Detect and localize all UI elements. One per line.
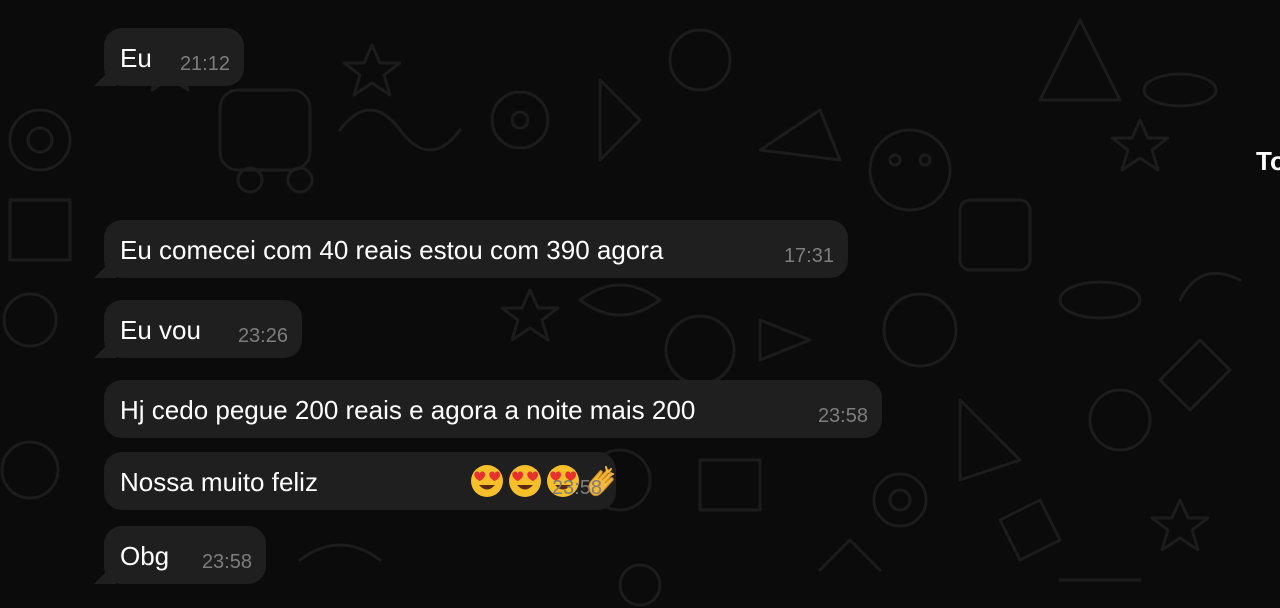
message-time: 23:58 <box>201 551 252 573</box>
message-text: Eu <box>120 43 152 73</box>
message-bubble[interactable]: Hj cedo pegue 200 reais e agora a noite … <box>104 380 882 438</box>
edge-cutoff-text: To <box>1256 146 1280 176</box>
message-text: Obg <box>120 541 170 571</box>
message-time: 23:26 <box>237 325 288 347</box>
chat-view: Eu 21:12 Eu comecei com 40 reais estou c… <box>0 0 1280 608</box>
message-time: 17:31 <box>783 245 834 267</box>
message-bubble[interactable]: Eu 21:12 <box>104 28 244 86</box>
message-bubble[interactable]: Eu vou 23:26 <box>104 300 302 358</box>
heart-eyes-emoji-icon <box>509 465 541 497</box>
message-time: 23:58 <box>817 405 868 427</box>
message-text: Nossa muito feliz <box>120 467 318 497</box>
heart-eyes-emoji-icon <box>471 465 503 497</box>
message-time: 23:58 <box>551 477 602 499</box>
message-text: Eu comecei com 40 reais estou com 390 ag… <box>120 235 664 265</box>
message-bubble[interactable]: Obg 23:58 <box>104 526 266 584</box>
message-text: Eu vou <box>120 315 201 345</box>
message-bubble[interactable]: Nossa muito feliz 23:58 <box>104 452 616 510</box>
message-bubble[interactable]: Eu comecei com 40 reais estou com 390 ag… <box>104 220 848 278</box>
message-text: Hj cedo pegue 200 reais e agora a noite … <box>120 395 696 425</box>
message-time: 21:12 <box>179 53 230 75</box>
